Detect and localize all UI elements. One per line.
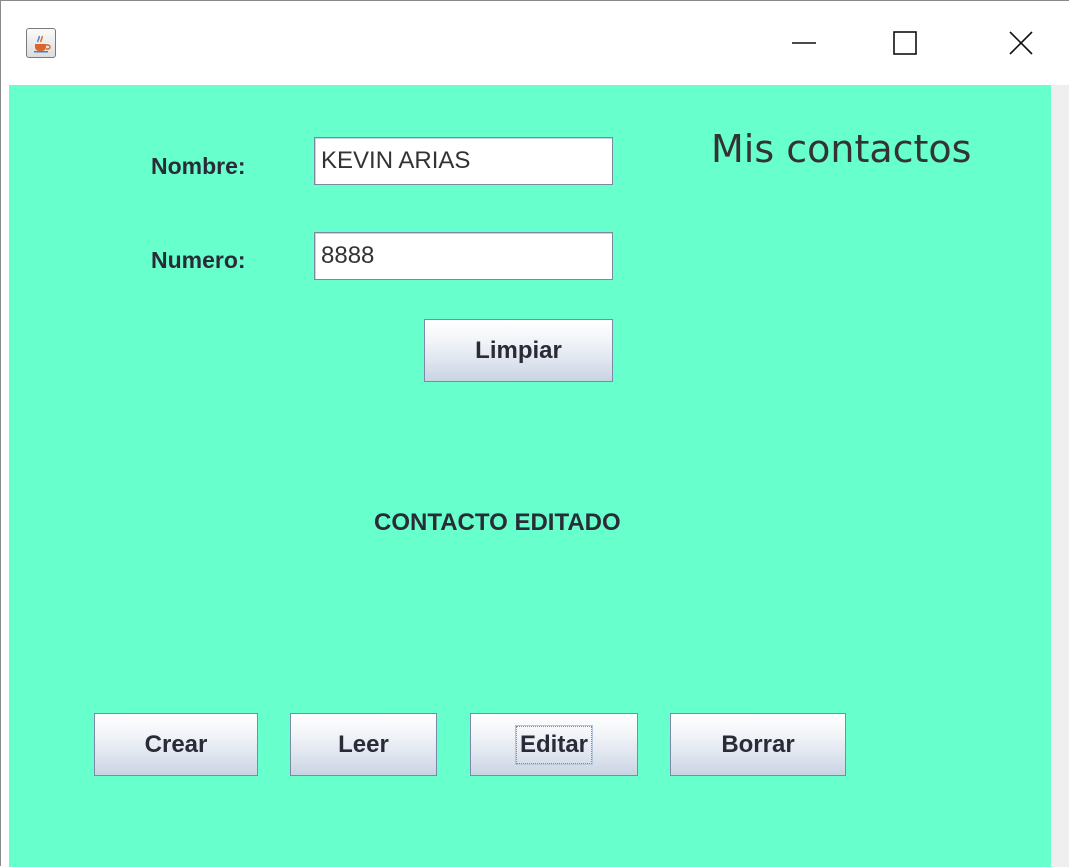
app-window: Nombre: Mis contactos Numero: Limpiar CO… <box>0 0 1069 867</box>
nombre-input[interactable] <box>314 137 613 185</box>
minimize-button[interactable] <box>758 1 850 85</box>
close-icon <box>1009 31 1033 55</box>
editar-button[interactable]: Editar <box>470 713 638 776</box>
status-message: CONTACTO EDITADO <box>374 509 621 536</box>
page-title: Mis contactos <box>711 127 972 171</box>
minimize-icon <box>792 42 816 44</box>
editar-button-label: Editar <box>515 725 592 764</box>
limpiar-button[interactable]: Limpiar <box>424 319 613 382</box>
maximize-icon <box>893 31 917 55</box>
maximize-button[interactable] <box>859 1 951 85</box>
numero-input[interactable] <box>314 232 613 280</box>
leer-button[interactable]: Leer <box>290 713 437 776</box>
title-bar[interactable] <box>1 1 1069 85</box>
crear-button[interactable]: Crear <box>94 713 258 776</box>
nombre-label: Nombre: <box>151 153 246 179</box>
window-right-edge <box>1051 85 1069 867</box>
borrar-button[interactable]: Borrar <box>670 713 846 776</box>
close-button[interactable] <box>975 1 1067 85</box>
java-cup-icon[interactable] <box>26 28 56 58</box>
contacts-panel: Nombre: Mis contactos Numero: Limpiar CO… <box>9 85 1051 867</box>
numero-label: Numero: <box>151 247 246 273</box>
